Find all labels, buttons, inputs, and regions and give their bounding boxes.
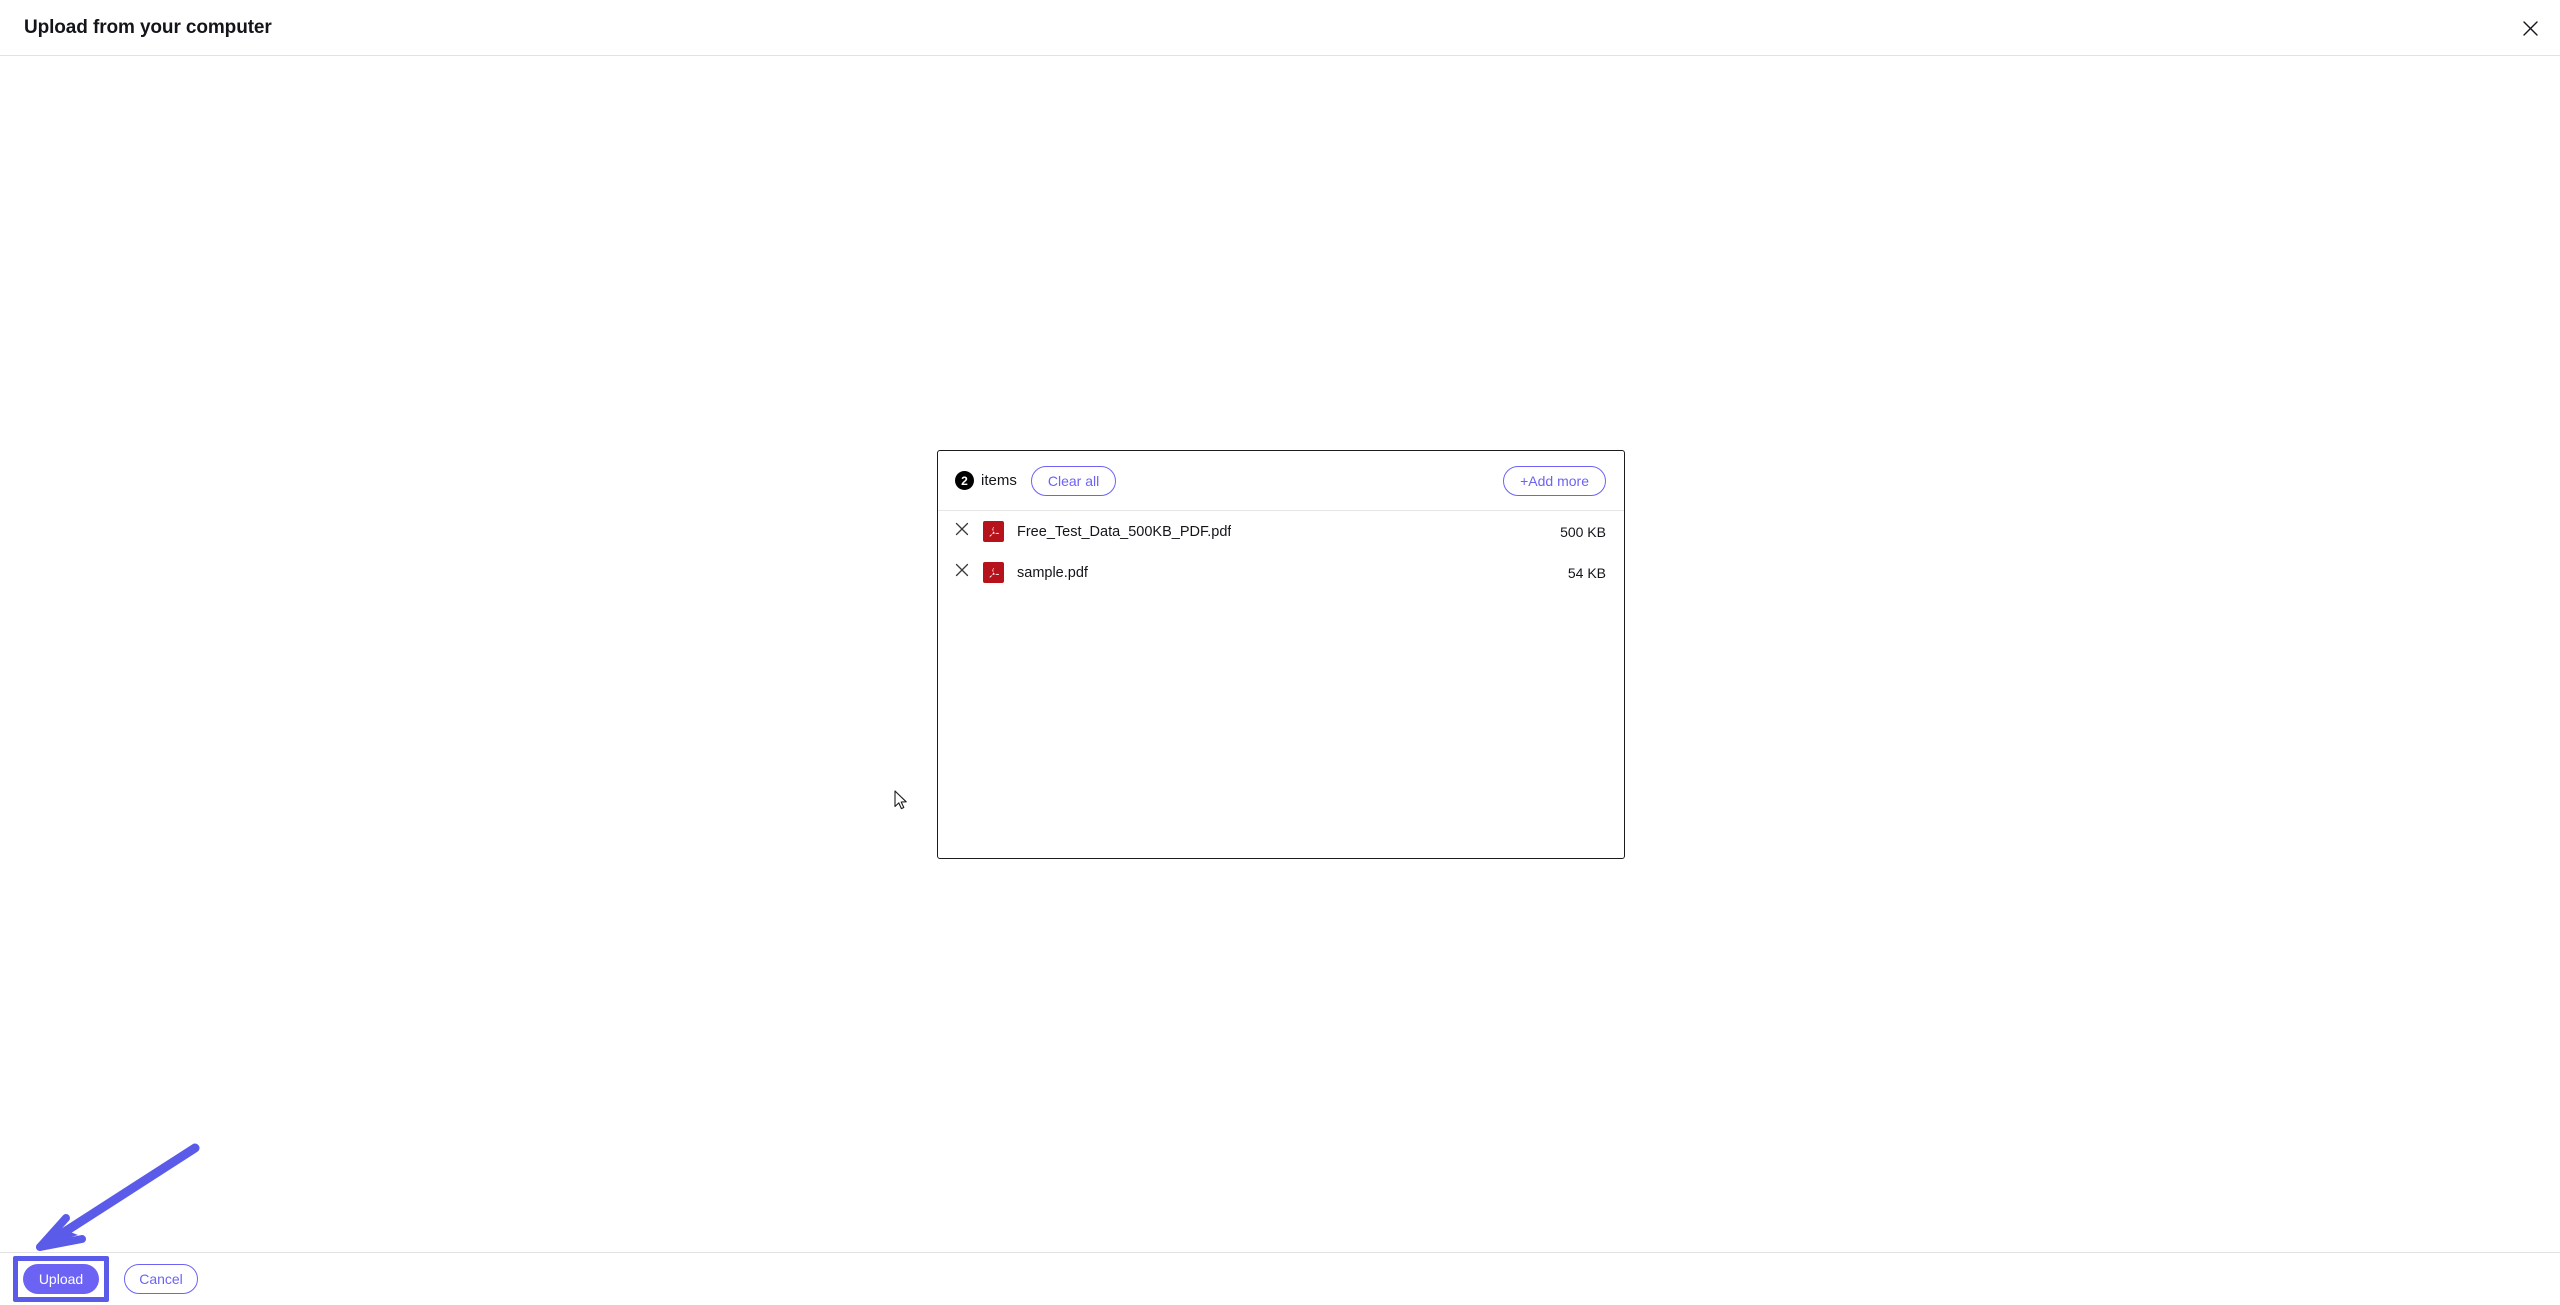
add-more-button[interactable]: +Add more [1503,465,1606,496]
file-name: Free_Test_Data_500KB_PDF.pdf [1017,523,1232,540]
dialog-header: Upload from your computer [0,0,2560,56]
remove-file-button[interactable] [952,563,972,583]
selected-files-panel: 2 items Clear all +Add more Free_Test_Da… [937,450,1625,859]
file-name: sample.pdf [1017,564,1088,581]
file-size: 54 KB [1567,564,1606,581]
close-dialog-button[interactable] [2512,10,2548,46]
pdf-file-icon [983,562,1004,583]
panel-header: 2 items Clear all +Add more [938,451,1624,511]
file-list-item: sample.pdf 54 KB [938,552,1624,593]
mouse-cursor [894,790,910,812]
page-title: Upload from your computer [24,17,272,38]
items-label: items [981,472,1017,489]
clear-all-button[interactable]: Clear all [1030,465,1117,496]
close-icon [955,563,969,582]
file-size: 500 KB [1560,523,1606,540]
remove-file-button[interactable] [952,522,972,542]
arrow-annotation-icon [30,1140,220,1255]
cancel-button[interactable]: Cancel [124,1264,198,1294]
close-icon [955,522,969,541]
close-icon [2522,20,2539,37]
upload-button[interactable]: Upload [23,1264,99,1294]
file-count-badge: 2 [955,471,974,490]
dialog-footer [0,1252,2560,1305]
upload-dialog: Upload from your computer 2 items Clear … [0,0,2560,1305]
pdf-file-icon [983,521,1004,542]
file-list-item: Free_Test_Data_500KB_PDF.pdf 500 KB [938,511,1624,552]
